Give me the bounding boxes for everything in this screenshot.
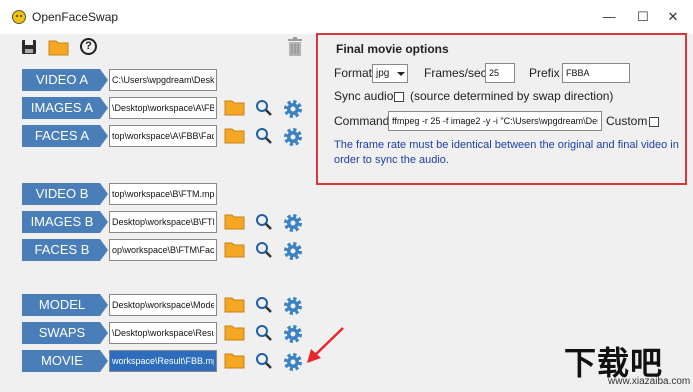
custom-checkbox[interactable] <box>649 117 659 127</box>
close-button[interactable]: ✕ <box>660 6 686 28</box>
gear-icon[interactable] <box>281 350 305 374</box>
fps-label: Frames/sec <box>424 66 487 80</box>
final-movie-options-panel: Final movie options Format jpg Frames/se… <box>316 33 687 185</box>
model-button[interactable]: MODEL <box>22 294 108 316</box>
command-input[interactable] <box>388 111 602 131</box>
custom-label: Custom <box>606 114 648 128</box>
search-icon[interactable] <box>255 296 273 314</box>
chevron-down-icon <box>397 72 405 76</box>
format-select-value: jpg <box>376 68 390 79</box>
faces-b-path-input[interactable] <box>109 239 217 261</box>
search-icon[interactable] <box>255 99 273 117</box>
prefix-input[interactable] <box>562 63 630 83</box>
annotation-arrow-icon <box>307 327 344 363</box>
video-a-button[interactable]: VIDEO A <box>22 69 108 91</box>
title-bar: OpenFaceSwap — ☐ ✕ <box>0 0 693 34</box>
sync-audio-note: (source determined by swap direction) <box>410 89 614 103</box>
help-icon[interactable]: ? <box>80 38 97 55</box>
video-b-path-input[interactable] <box>109 183 217 205</box>
sync-audio-label: Sync audio <box>334 89 394 103</box>
folder-icon[interactable] <box>224 97 246 117</box>
gear-icon[interactable] <box>281 294 305 318</box>
prefix-label: Prefix <box>529 66 560 80</box>
search-icon[interactable] <box>255 352 273 370</box>
search-icon[interactable] <box>255 241 273 259</box>
fps-input[interactable] <box>485 63 515 83</box>
folder-icon[interactable] <box>224 211 246 231</box>
movie-button[interactable]: MOVIE <box>22 350 108 372</box>
folder-icon[interactable] <box>224 350 246 370</box>
command-label: Command <box>334 114 390 128</box>
faces-a-button[interactable]: FACES A <box>22 125 108 147</box>
format-label: Format <box>334 66 373 80</box>
frame-rate-info-text: The frame rate must be identical between… <box>334 139 679 166</box>
model-path-input[interactable] <box>109 294 217 316</box>
trash-icon[interactable] <box>287 37 303 57</box>
format-select[interactable]: jpg <box>372 64 408 83</box>
images-b-button[interactable]: IMAGES B <box>22 211 108 233</box>
video-a-path-input[interactable] <box>109 69 217 91</box>
images-a-button[interactable]: IMAGES A <box>22 97 108 119</box>
gear-icon[interactable] <box>281 97 305 121</box>
video-b-button[interactable]: VIDEO B <box>22 183 108 205</box>
gear-icon[interactable] <box>281 322 305 346</box>
images-b-path-input[interactable] <box>109 211 217 233</box>
faces-a-path-input[interactable] <box>109 125 217 147</box>
folder-icon[interactable] <box>224 125 246 145</box>
search-icon[interactable] <box>255 213 273 231</box>
maximize-button[interactable]: ☐ <box>630 6 656 28</box>
gear-icon[interactable] <box>281 211 305 235</box>
save-icon[interactable] <box>22 40 36 54</box>
movie-path-input[interactable] <box>109 350 217 372</box>
window-title: OpenFaceSwap <box>32 10 119 24</box>
folder-icon[interactable] <box>224 322 246 342</box>
images-a-path-input[interactable] <box>109 97 217 119</box>
search-icon[interactable] <box>255 127 273 145</box>
options-title: Final movie options <box>336 42 449 56</box>
swaps-button[interactable]: SWAPS <box>22 322 108 344</box>
watermark: 下载吧 www.xiazaiba.com <box>556 338 690 392</box>
minimize-button[interactable]: — <box>596 6 622 28</box>
open-folder-icon[interactable] <box>48 38 70 56</box>
folder-icon[interactable] <box>224 294 246 314</box>
sync-audio-checkbox[interactable] <box>394 92 404 102</box>
faces-b-button[interactable]: FACES B <box>22 239 108 261</box>
folder-icon[interactable] <box>224 239 246 259</box>
gear-icon[interactable] <box>281 125 305 149</box>
watermark-url: www.xiazaiba.com <box>608 376 691 387</box>
gear-icon[interactable] <box>281 239 305 263</box>
search-icon[interactable] <box>255 324 273 342</box>
swaps-path-input[interactable] <box>109 322 217 344</box>
app-logo-icon <box>12 10 26 24</box>
